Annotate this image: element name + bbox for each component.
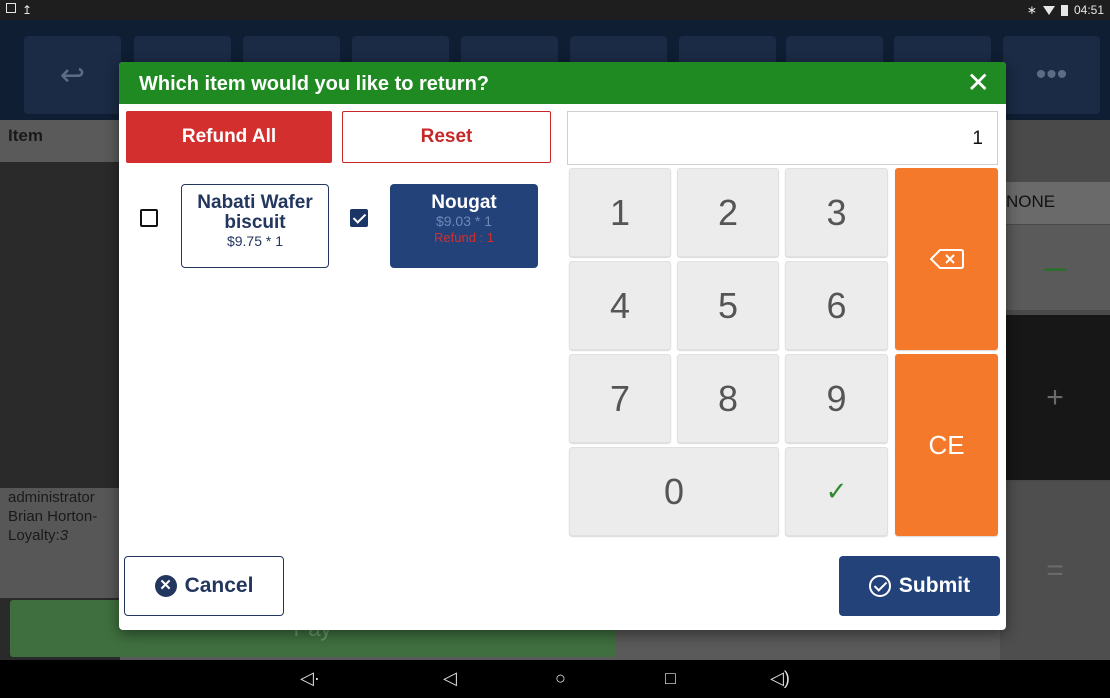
check-icon: ✓ xyxy=(825,476,848,506)
item-checkbox-nabati[interactable] xyxy=(140,209,158,227)
quantity-display[interactable]: 1 xyxy=(567,111,998,165)
item-price-qty: $9.75 * 1 xyxy=(226,233,284,249)
user-info: administrator Brian Horton- Loyalty:3 xyxy=(0,488,120,598)
screenshot-icon xyxy=(6,3,16,13)
submit-check-icon xyxy=(868,575,891,597)
key-8[interactable]: 8 xyxy=(677,354,779,443)
bluetooth-icon: ∗ xyxy=(1026,3,1037,17)
customer-name: Brian Horton- xyxy=(8,508,98,525)
loyalty-line: Loyalty:3 xyxy=(8,527,69,544)
item-column-header: Item xyxy=(0,120,120,162)
cancel-icon: ✕ xyxy=(154,575,177,597)
status-bar: ↥ ∗ 04:51 xyxy=(0,0,1110,20)
key-9[interactable]: 9 xyxy=(785,354,888,443)
home-icon[interactable]: ○ xyxy=(555,668,566,688)
dialog-title: Which item would you like to return? xyxy=(139,73,490,95)
loyalty-value: 3 xyxy=(59,527,69,544)
item-name: Nabati Wafer biscuit xyxy=(197,192,313,233)
key-4[interactable]: 4 xyxy=(569,261,671,350)
recents-icon[interactable]: □ xyxy=(665,668,676,688)
item-checkbox-nougat[interactable] xyxy=(350,209,368,227)
key-0[interactable]: 0 xyxy=(569,447,779,536)
key-1[interactable]: 1 xyxy=(569,168,671,257)
status-left-icons: ↥ xyxy=(6,3,32,17)
key-6[interactable]: 6 xyxy=(785,261,888,350)
item-card-nougat[interactable]: Nougat $9.03 * 1 Refund : 1 xyxy=(390,184,538,268)
volume-down-icon[interactable]: ◁· xyxy=(300,668,320,688)
user-role: administrator xyxy=(8,489,95,506)
navigation-bar: ◁· ◁ ○ □ ◁) xyxy=(0,660,1110,698)
key-7[interactable]: 7 xyxy=(569,354,671,443)
background-dropdown: NONE xyxy=(1000,182,1110,224)
item-name: Nougat xyxy=(431,192,497,213)
reset-button[interactable]: Reset xyxy=(342,111,551,163)
back-nav-icon[interactable]: ◁ xyxy=(443,668,457,688)
close-icon[interactable]: ✕ xyxy=(967,68,990,98)
backspace-icon xyxy=(929,249,964,269)
dropdown-value: NONE xyxy=(1006,192,1056,211)
key-clear-entry[interactable]: CE xyxy=(895,354,998,536)
battery-icon xyxy=(1060,4,1068,16)
key-5[interactable]: 5 xyxy=(677,261,779,350)
item-price-qty: $9.03 * 1 xyxy=(435,213,493,229)
upload-icon: ↥ xyxy=(22,3,33,17)
status-time: 04:51 xyxy=(1073,3,1104,17)
return-dialog: Which item would you like to return? ✕ R… xyxy=(119,62,1006,630)
volume-up-icon[interactable]: ◁) xyxy=(770,668,790,688)
key-confirm[interactable]: ✓ xyxy=(785,447,888,536)
plus-icon: + xyxy=(1000,315,1110,480)
dialog-header: Which item would you like to return? ✕ xyxy=(119,62,1006,104)
cancel-button[interactable]: ✕ Cancel xyxy=(124,556,284,616)
item-card-nabati[interactable]: Nabati Wafer biscuit $9.75 * 1 xyxy=(181,184,329,268)
key-2[interactable]: 2 xyxy=(677,168,779,257)
key-backspace[interactable] xyxy=(895,168,998,350)
status-right-icons: ∗ 04:51 xyxy=(1027,3,1104,17)
refund-all-button[interactable]: Refund All xyxy=(126,111,332,163)
item-refund-qty: Refund : 1 xyxy=(434,230,494,245)
cancel-label: Cancel xyxy=(184,574,254,597)
submit-button[interactable]: Submit xyxy=(839,556,1000,616)
key-3[interactable]: 3 xyxy=(785,168,888,257)
back-icon: ↩ xyxy=(24,36,121,114)
more-icon: ••• xyxy=(1003,36,1100,114)
submit-label: Submit xyxy=(898,574,971,597)
equals-icon: = xyxy=(1000,482,1110,660)
wifi-icon xyxy=(1042,5,1055,15)
minus-icon: – xyxy=(1000,225,1110,310)
